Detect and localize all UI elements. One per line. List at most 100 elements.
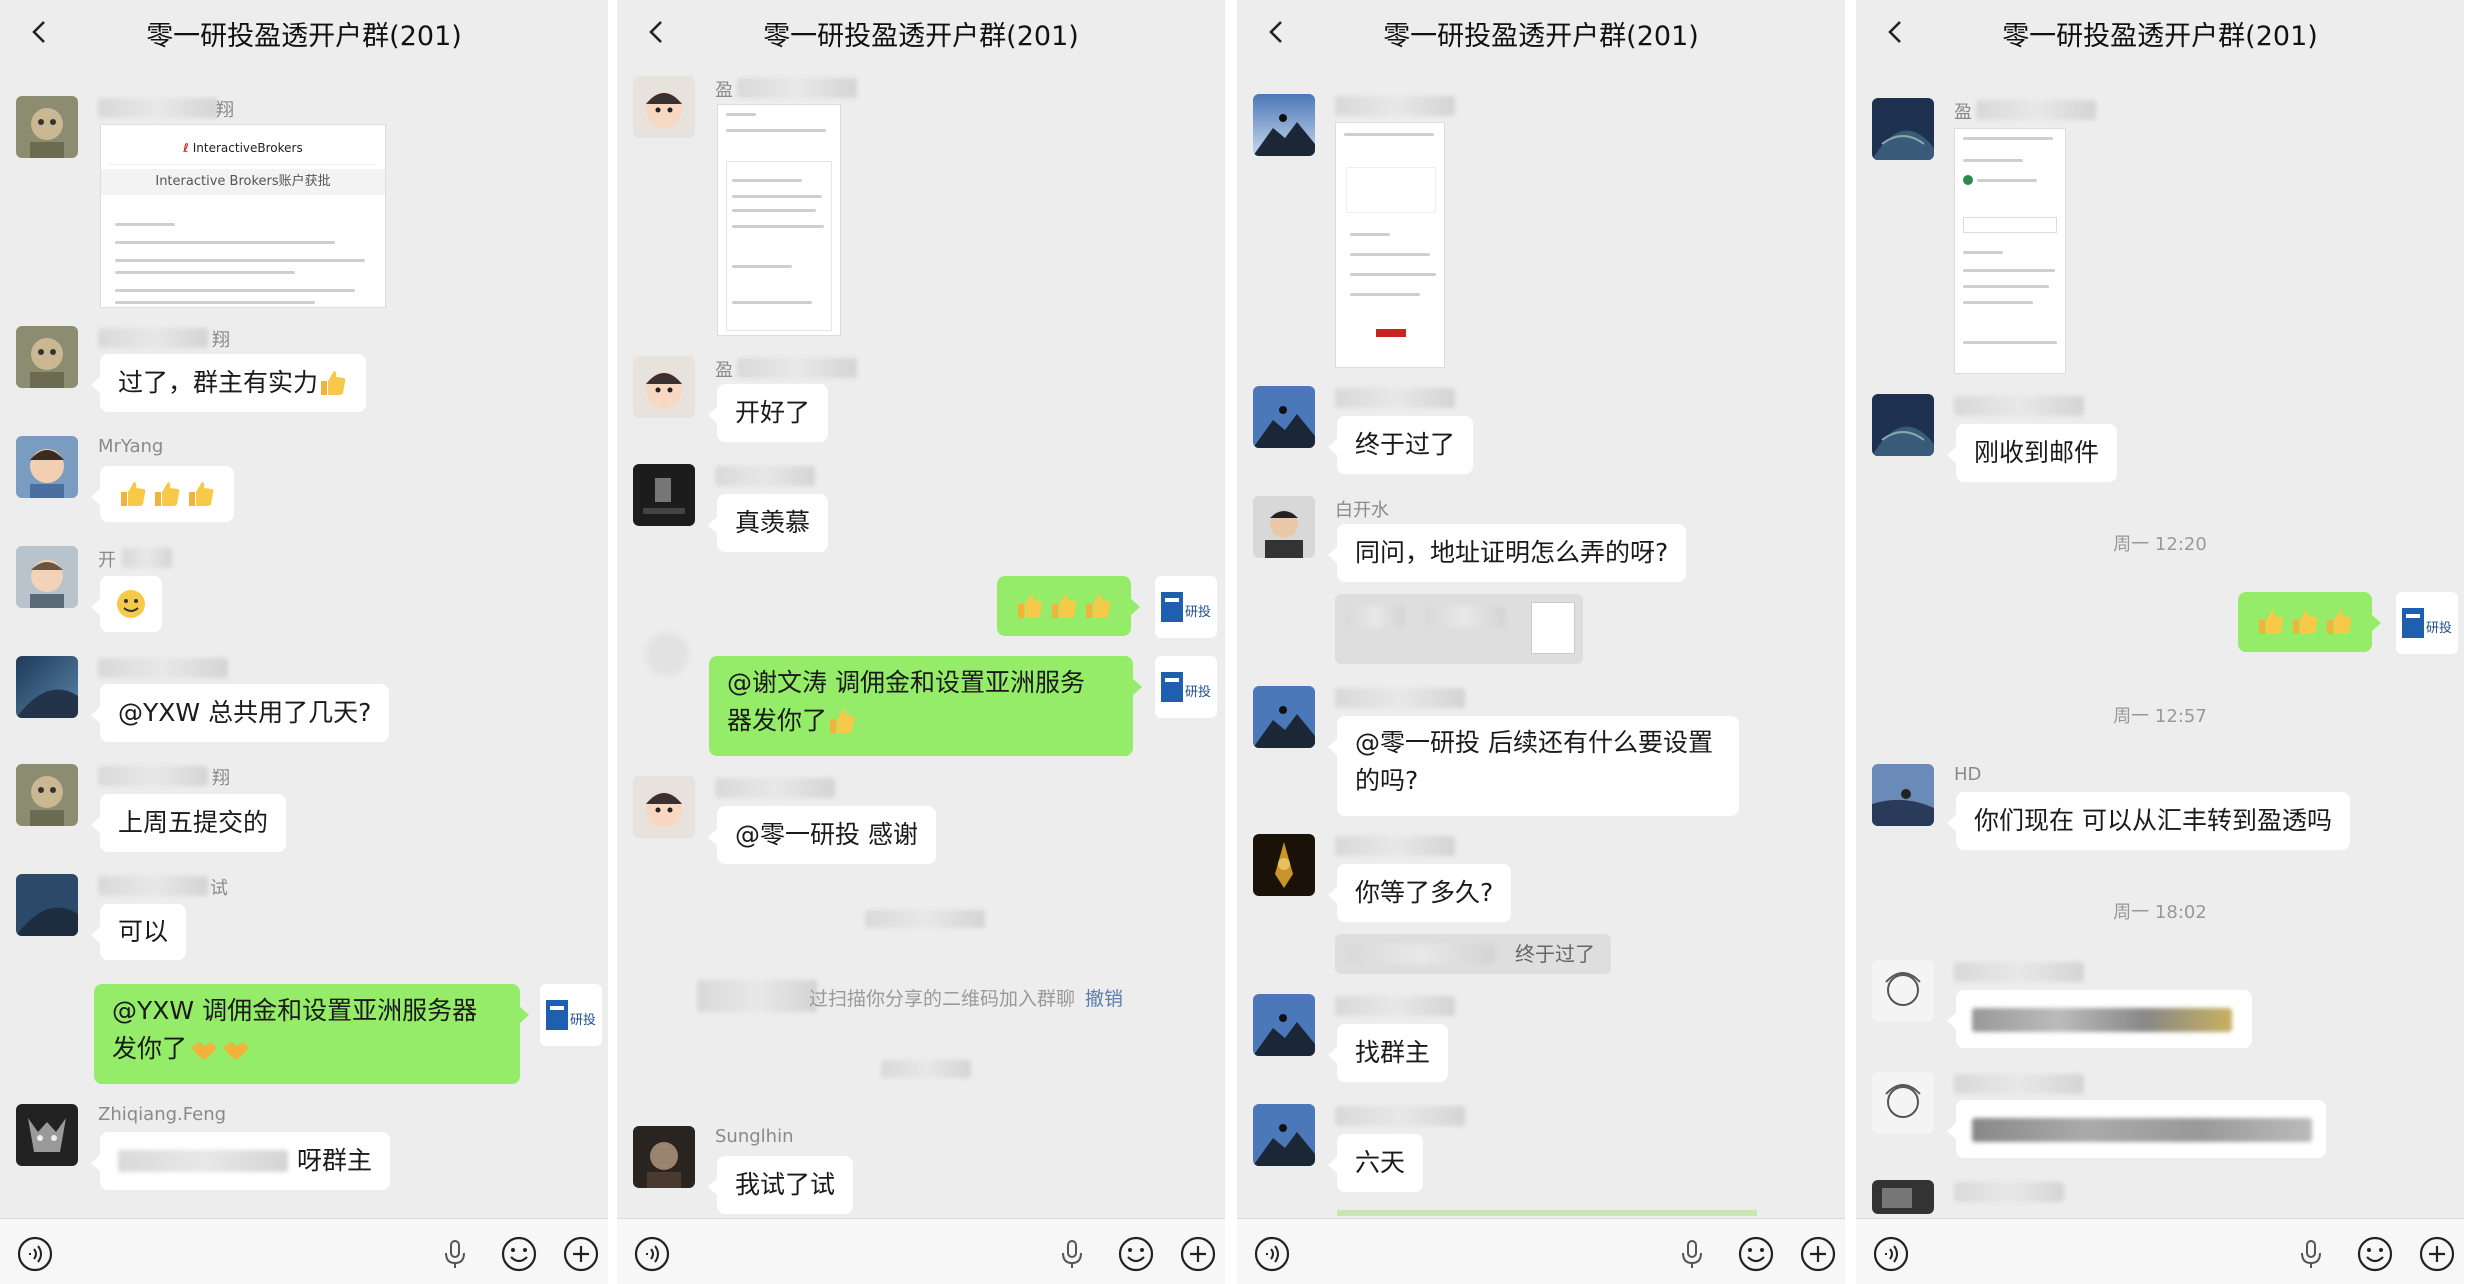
plus-icon[interactable] — [562, 1235, 600, 1273]
my-avatar[interactable]: 研投 — [2396, 592, 2458, 654]
message-bubble[interactable]: 你们现在 可以从汇丰转到盈透吗 — [1947, 792, 2350, 850]
microphone-icon[interactable] — [2292, 1235, 2330, 1273]
message-bubble[interactable]: 同问，地址证明怎么弄的呀? — [1327, 524, 1687, 582]
system-message: 过扫描你分享的二维码加入群聊 撤销 — [809, 988, 1124, 1010]
voice-icon[interactable] — [16, 1235, 54, 1273]
emoji-icon[interactable] — [2356, 1235, 2394, 1273]
input-toolbar — [1237, 1218, 1845, 1284]
thumbs-up-icon — [155, 482, 180, 506]
avatar[interactable] — [633, 464, 695, 526]
name-blurred — [1954, 396, 2084, 416]
avatar[interactable] — [16, 1104, 78, 1166]
avatar[interactable] — [633, 776, 695, 838]
plus-icon[interactable] — [1799, 1235, 1837, 1273]
avatar[interactable] — [16, 436, 78, 498]
message-bubble[interactable] — [1947, 1100, 2326, 1158]
message-bubble[interactable]: 我试了试 — [707, 1156, 854, 1214]
ib-email-screenshot[interactable] — [717, 104, 841, 336]
my-avatar[interactable]: 研投 — [1155, 576, 1217, 638]
microphone-icon[interactable] — [1673, 1235, 1711, 1273]
message-bubble[interactable]: 过了，群主有实力 — [90, 354, 367, 412]
my-avatar[interactable]: 研投 — [540, 984, 602, 1046]
avatar[interactable] — [1253, 386, 1315, 448]
avatar[interactable] — [16, 96, 78, 158]
svg-text:研投: 研投 — [1185, 684, 1211, 700]
message-bubble[interactable]: 可以 — [90, 904, 187, 960]
quoted-reply[interactable]: 终于过了 — [1335, 934, 1611, 974]
avatar[interactable] — [1872, 1180, 1934, 1214]
plus-icon[interactable] — [1179, 1235, 1217, 1273]
avatar[interactable] — [1872, 1072, 1934, 1134]
timestamp: 周一 18:02 — [2113, 902, 2207, 923]
my-avatar[interactable]: 研投 — [1155, 656, 1217, 718]
message-bubble[interactable]: 呀群主 — [91, 1132, 390, 1190]
message-bubble[interactable]: 真羡慕 — [707, 494, 829, 552]
ib-email-screenshot[interactable] — [1335, 122, 1445, 368]
message-bubble[interactable]: 刚收到邮件 — [1946, 424, 2118, 482]
avatar[interactable] — [1253, 834, 1315, 896]
avatar[interactable] — [1253, 1104, 1315, 1166]
sender-name: 翔 — [216, 100, 234, 121]
avatar[interactable] — [1253, 994, 1315, 1056]
chat-header: 零一研投盈透开户群(201) — [0, 0, 608, 64]
avatar[interactable] — [1872, 394, 1934, 456]
message-bubble[interactable]: 找群主 — [1327, 1024, 1449, 1082]
chat-panel-4: 零一研投盈透开户群(201) 盈 刚收到邮件 周一 12:20 研投 周一 12… — [1856, 0, 2464, 1284]
thumbs-up-icon — [189, 482, 214, 506]
message-bubble[interactable] — [91, 576, 162, 632]
name-blurred — [1954, 1182, 2064, 1202]
emoji-icon[interactable] — [500, 1235, 538, 1273]
name-blurred — [1976, 100, 2096, 120]
avatar[interactable] — [16, 764, 78, 826]
ib-email-screenshot[interactable]: ℓ InteractiveBrokers Interactive Brokers… — [100, 124, 386, 308]
message-bubble[interactable]: 上周五提交的 — [90, 794, 287, 852]
plus-icon[interactable] — [2418, 1235, 2456, 1273]
avatar[interactable] — [16, 874, 78, 936]
avatar[interactable] — [1872, 764, 1934, 826]
message-bubble[interactable]: @YXW 总共用了几天? — [90, 684, 390, 742]
message-bubble[interactable] — [91, 466, 234, 522]
voice-icon[interactable] — [633, 1235, 671, 1273]
message-bubble[interactable]: 你等了多久? — [1327, 864, 1512, 922]
chat-panel-3: 零一研投盈透开户群(201) 终于过了 白开水 同问，地址证明怎么弄的呀? @零… — [1237, 0, 1845, 1284]
message-bubble[interactable]: 终于过了 — [1327, 416, 1474, 474]
avatar[interactable] — [633, 356, 695, 418]
email-screenshot[interactable] — [1954, 128, 2066, 374]
sender-name: 盈 — [715, 80, 733, 101]
avatar[interactable] — [16, 656, 78, 718]
avatar[interactable] — [16, 326, 78, 388]
message-bubble[interactable]: @零一研投 后续还有什么要设置 的吗? — [1328, 716, 1739, 816]
revoke-link[interactable]: 撤销 — [1085, 988, 1123, 1010]
emoji-icon[interactable] — [1117, 1235, 1155, 1273]
voice-icon[interactable] — [1872, 1235, 1910, 1273]
input-toolbar — [0, 1218, 608, 1284]
message-bubble[interactable]: @零一研投 感谢 — [708, 806, 936, 864]
handshake-icon — [191, 1042, 218, 1059]
avatar[interactable] — [16, 546, 78, 608]
my-message-bubble[interactable]: @谢文涛 调佣金和设置亚洲服务 器发你了 — [709, 656, 1142, 756]
avatar[interactable] — [1253, 686, 1315, 748]
my-message-bubble[interactable] — [997, 576, 1140, 636]
emoji-icon[interactable] — [1737, 1235, 1775, 1273]
thumbs-up-icon — [2259, 610, 2284, 634]
thumbs-up-icon — [1052, 594, 1077, 618]
avatar[interactable] — [1872, 98, 1934, 160]
avatar[interactable] — [1253, 94, 1315, 156]
voice-icon[interactable] — [1253, 1235, 1291, 1273]
ib-card-title: Interactive Brokers账户获批 — [101, 169, 385, 195]
thumbs-up-icon — [2293, 610, 2318, 634]
avatar[interactable] — [633, 76, 695, 138]
chat-panel-2: 零一研投盈透开户群(201) 盈 盈 开好了 真羡慕 研投 @谢文涛 调佣金和设… — [617, 0, 1225, 1284]
my-message-bubble[interactable]: @YXW 调佣金和设置亚洲服务器 发你了 — [94, 984, 529, 1084]
message-bubble[interactable]: 六天 — [1327, 1134, 1424, 1192]
avatar[interactable] — [1253, 496, 1315, 558]
microphone-icon[interactable] — [1053, 1235, 1091, 1273]
microphone-icon[interactable] — [436, 1235, 474, 1273]
quoted-image-reply[interactable] — [1335, 594, 1583, 664]
message-bubble[interactable] — [1947, 990, 2252, 1048]
name-blurred — [1335, 996, 1455, 1016]
avatar[interactable] — [1872, 960, 1934, 1022]
avatar[interactable] — [633, 1126, 695, 1188]
my-message-bubble[interactable] — [2238, 592, 2381, 652]
message-bubble[interactable]: 开好了 — [707, 384, 829, 442]
